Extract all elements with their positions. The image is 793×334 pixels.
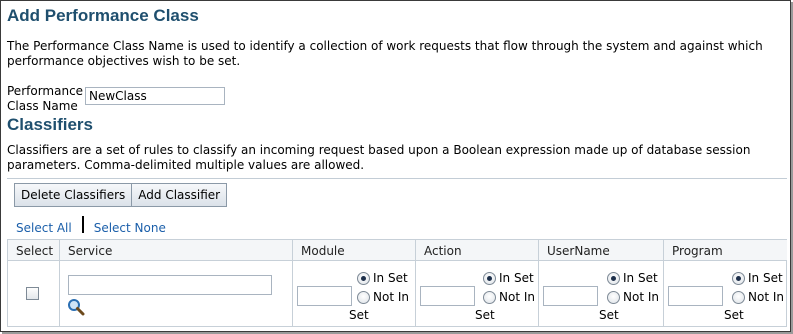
column-username: UserName In Set Not In Set	[538, 240, 664, 326]
program-not-in-set-radio[interactable]	[732, 291, 745, 304]
classifiers-table: Select Service Module In Set Not In Set …	[7, 239, 787, 327]
column-service: Service	[59, 240, 293, 326]
module-input[interactable]	[297, 286, 352, 306]
delete-classifiers-button[interactable]: Delete Classifiers	[14, 183, 133, 207]
select-all-link[interactable]: Select All	[16, 221, 72, 235]
header-username: UserName	[539, 240, 664, 261]
classifiers-title: Classifiers	[7, 115, 93, 134]
module-not-in-label: Not In	[373, 290, 409, 304]
username-in-set-label: In Set	[623, 271, 658, 285]
selection-links: Select All Select None	[16, 216, 166, 236]
username-not-in-set-radio[interactable]	[607, 291, 620, 304]
username-set-suffix: Set	[599, 308, 619, 322]
action-not-in-set-radio[interactable]	[483, 291, 496, 304]
add-classifier-button[interactable]: Add Classifier	[132, 183, 228, 207]
action-not-in-label: Not In	[499, 290, 535, 304]
service-input[interactable]	[68, 275, 272, 295]
column-select: Select	[8, 240, 59, 326]
username-in-set-radio[interactable]	[607, 272, 620, 285]
module-in-set-radio[interactable]	[357, 272, 370, 285]
program-input[interactable]	[668, 286, 723, 306]
classifiers-description: Classifiers are a set of rules to classi…	[7, 143, 751, 172]
module-in-set-label: In Set	[373, 271, 408, 285]
page-title: Add Performance Class	[7, 6, 199, 25]
row-select-checkbox[interactable]	[26, 287, 39, 300]
username-input[interactable]	[543, 286, 598, 306]
username-not-in-label: Not In	[623, 290, 659, 304]
program-not-in-label: Not In	[748, 290, 784, 304]
classifier-toolbar: Delete Classifiers Add Classifier	[14, 183, 228, 207]
select-none-link[interactable]: Select None	[94, 221, 166, 235]
column-program: Program In Set Not In Set	[663, 240, 787, 326]
header-service: Service	[60, 240, 293, 261]
intro-text: The Performance Class Name is used to id…	[7, 39, 763, 68]
action-in-set-label: In Set	[499, 271, 534, 285]
module-not-in-set-radio[interactable]	[357, 291, 370, 304]
header-program: Program	[664, 240, 787, 261]
header-select: Select	[8, 240, 59, 261]
column-action: Action In Set Not In Set	[415, 240, 539, 326]
column-module: Module In Set Not In Set	[292, 240, 416, 326]
magnifier-icon[interactable]	[67, 298, 85, 316]
program-in-set-label: In Set	[748, 271, 783, 285]
performance-class-name-input[interactable]	[85, 87, 225, 105]
header-action: Action	[416, 240, 539, 261]
performance-class-name-label: Performance Class Name	[7, 84, 84, 113]
program-in-set-radio[interactable]	[732, 272, 745, 285]
header-module: Module	[293, 240, 416, 261]
link-separator	[81, 216, 84, 233]
action-in-set-radio[interactable]	[483, 272, 496, 285]
action-set-suffix: Set	[475, 308, 495, 322]
dialog-frame: Add Performance Class The Performance Cl…	[0, 0, 791, 332]
action-input[interactable]	[420, 286, 475, 306]
module-set-suffix: Set	[349, 308, 369, 322]
program-set-suffix: Set	[724, 308, 744, 322]
divider	[7, 178, 787, 179]
